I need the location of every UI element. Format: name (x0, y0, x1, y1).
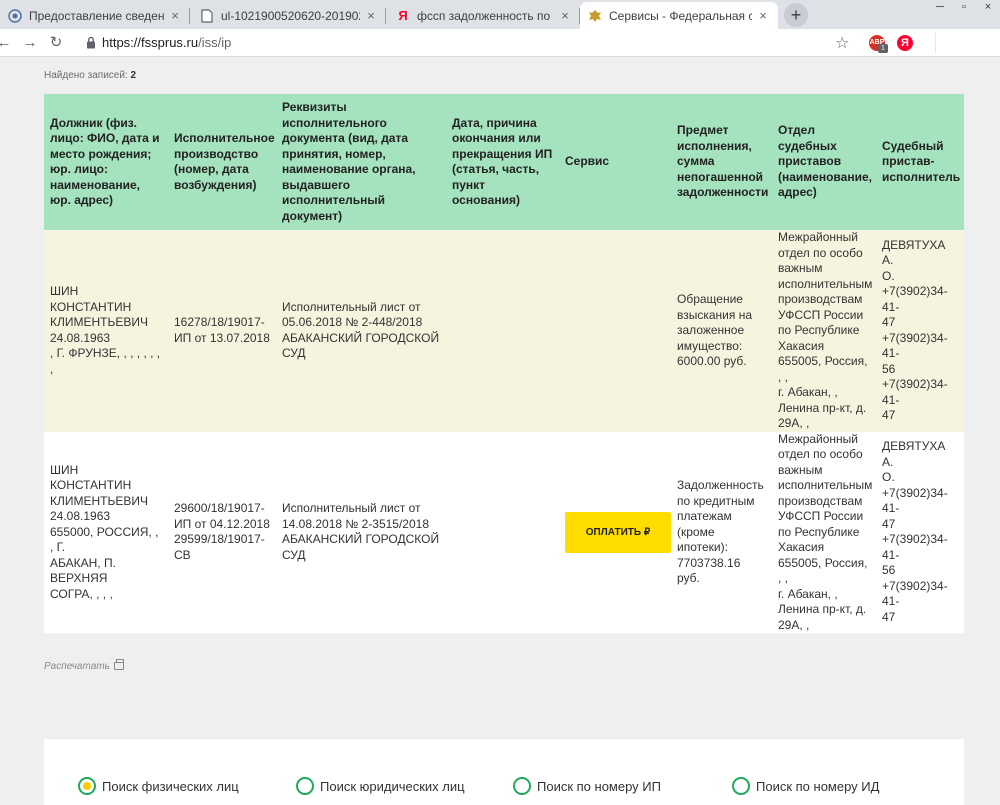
service-cell: ОПЛАТИТЬ ₽ (559, 431, 671, 633)
url-host: https://fssprus.ru (102, 35, 199, 50)
lock-icon (86, 36, 96, 50)
table-row: ШИН КОНСТАНТИН КЛИМЕНТЬЕВИЧ 24.08.1963 6… (44, 431, 964, 633)
subject-cell: Задолженность по кредитным платежам (кро… (677, 478, 764, 585)
new-tab-button[interactable]: + (784, 3, 808, 27)
department-cell: Межрайонный отдел по особо важным исполн… (778, 431, 873, 632)
proceeding-cell: 29600/18/19017- ИП от 04.12.2018 29599/1… (174, 501, 270, 562)
bailiff-cell: ДЕВЯТУХА А. О. +7(3902)34-41- 47 +7(3902… (882, 439, 948, 624)
page-content: Найдено записей: 2 Должник (физ. лицо: Ф… (0, 58, 1000, 805)
pay-button[interactable]: ОПЛАТИТЬ ₽ (565, 511, 671, 553)
document-cell: Исполнительный лист от 14.08.2018 № 2-35… (282, 501, 440, 562)
radio-label: Поиск по номеру ИД (756, 778, 880, 794)
tab-title: фссп задолженность по фамили (417, 8, 554, 23)
table-row: ШИН КОНСТАНТИН КЛИМЕНТЬЕВИЧ 24.08.1963 ,… (44, 230, 964, 432)
globe-icon (8, 8, 22, 23)
search-type-panel: Поиск физических лиц Поиск юридических л… (44, 739, 964, 805)
radio-button[interactable] (296, 777, 314, 795)
close-icon[interactable]: × (364, 8, 378, 23)
bookmark-star-icon[interactable]: ☆ (835, 33, 849, 53)
tab-title: Сервисы - Федеральная служба (609, 8, 752, 23)
yandex-icon: Я (398, 8, 408, 23)
maximize-icon[interactable]: ▫ (952, 0, 976, 15)
column-header-subject: Предмет исполнения, сумма непогашенной з… (671, 94, 772, 230)
document-cell: Исполнительный лист от 05.06.2018 № 2-44… (282, 299, 440, 361)
radio-option-ip-number[interactable]: Поиск по номеру ИП (513, 777, 661, 795)
proceeding-cell: 16278/18/19017- ИП от 13.07.2018 (174, 315, 270, 345)
records-found: Найдено записей: 2 (44, 70, 136, 81)
tab-title: Предоставление сведений из ЕГ (29, 8, 164, 23)
radio-label: Поиск физических лиц (102, 778, 239, 794)
debtor-cell: ШИН КОНСТАНТИН КЛИМЕНТЬЕВИЧ 24.08.1963 ,… (50, 284, 161, 376)
radio-option-id-number[interactable]: Поиск по номеру ИД (732, 777, 879, 795)
radio-label: Поиск юридических лиц (320, 778, 465, 794)
tab-fssp[interactable]: Сервисы - Федеральная служба × (580, 2, 778, 29)
radio-option-legal-entities[interactable]: Поиск юридических лиц (296, 777, 465, 795)
column-header-bailiff: Судебный пристав-исполнитель (876, 94, 964, 230)
radio-button[interactable] (732, 777, 750, 795)
tab-document[interactable]: ul-1021900520620-20190221125 × (192, 2, 386, 29)
results-table: Должник (физ. лицо: ФИО, дата и место ро… (44, 94, 964, 633)
table-header-row: Должник (физ. лицо: ФИО, дата и место ро… (44, 94, 964, 230)
radio-button-checked[interactable] (78, 777, 96, 795)
close-icon[interactable]: × (168, 8, 182, 23)
url-path: /iss/ip (198, 35, 232, 50)
tab-egrul[interactable]: Предоставление сведений из ЕГ × (0, 2, 190, 29)
reload-icon[interactable]: ↻ (46, 33, 66, 53)
column-header-end: Дата, причина окончания или прекращения … (446, 94, 559, 230)
column-header-proceeding: Исполнительное производство (номер, дата… (168, 94, 276, 230)
yandex-extension-icon[interactable]: Я (897, 35, 913, 51)
bailiff-cell: ДЕВЯТУХА А. О. +7(3902)34-41- 47 +7(3902… (882, 237, 948, 423)
close-icon[interactable]: × (756, 8, 770, 23)
department-cell: Межрайонный отдел по особо важным исполн… (778, 230, 873, 430)
radio-label: Поиск по номеру ИП (537, 778, 661, 794)
radio-button[interactable] (513, 777, 531, 795)
tab-title: ul-1021900520620-20190221125 (221, 8, 360, 23)
window-close-icon[interactable]: × (976, 0, 1000, 15)
records-found-count: 2 (130, 70, 137, 81)
forward-icon[interactable]: → (20, 33, 40, 53)
column-header-department: Отдел судебных приставов (наименование, … (772, 94, 876, 230)
printer-icon (113, 659, 124, 670)
service-cell (559, 230, 671, 432)
column-header-service: Сервис (559, 94, 671, 230)
back-icon[interactable]: ← (0, 33, 14, 53)
emblem-icon (588, 9, 602, 23)
tab-strip: Предоставление сведений из ЕГ × ul-10219… (0, 0, 1000, 29)
column-header-document: Реквизиты исполнительного документа (вид… (276, 94, 446, 230)
close-icon[interactable]: × (558, 8, 572, 23)
profile-area[interactable] (935, 33, 997, 53)
address-toolbar: ← → ↻ https://fssprus.ru/iss/ip ☆ ABP 1 … (0, 29, 1000, 57)
column-header-debtor: Должник (физ. лицо: ФИО, дата и место ро… (44, 94, 168, 230)
print-link[interactable]: Распечатать (44, 659, 124, 672)
tab-yandex[interactable]: Я фссп задолженность по фамили × (388, 2, 580, 29)
minimize-icon[interactable]: ─ (928, 0, 952, 15)
print-label: Распечатать (44, 661, 110, 672)
document-icon (200, 8, 214, 23)
debtor-cell: ШИН КОНСТАНТИН КЛИМЕНТЬЕВИЧ 24.08.1963 6… (50, 462, 159, 601)
url-field[interactable]: https://fssprus.ru/iss/ip (102, 35, 231, 50)
records-found-label: Найдено записей: (44, 70, 128, 81)
radio-option-individuals[interactable]: Поиск физических лиц (78, 777, 239, 795)
extension-badge-count: 1 (878, 44, 888, 53)
subject-cell: Обращение взыскания на заложенное имущес… (677, 292, 753, 368)
